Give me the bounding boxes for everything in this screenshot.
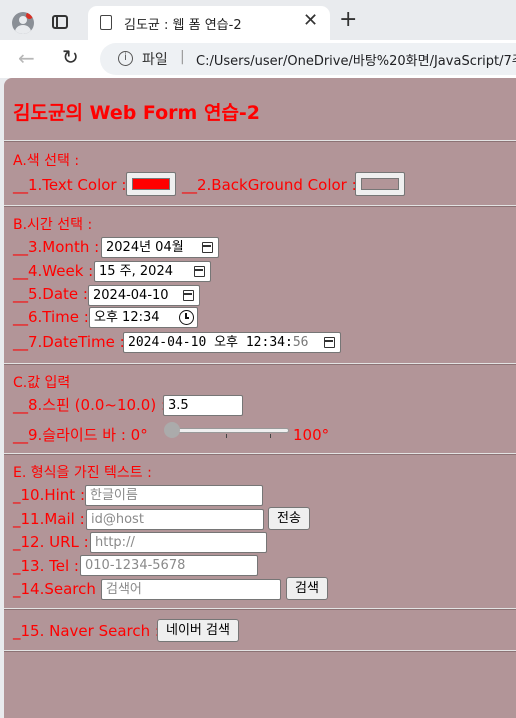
date-input[interactable]: 2024-04-10 bbox=[88, 285, 200, 306]
divider bbox=[4, 608, 516, 610]
naver-search-label: _15. Naver Search : bbox=[13, 622, 160, 640]
section-b-heading: B.시간 선택 : bbox=[13, 217, 93, 233]
page-title: 김도균의 Web Form 연습-2 bbox=[13, 102, 261, 124]
slider-label: __9.슬라이드 바 : 0° bbox=[13, 426, 148, 444]
divider bbox=[4, 453, 516, 455]
mail-label: _11.Mail : bbox=[13, 510, 85, 528]
tab-strip: 김도균 : 웹 폼 연습-2 ✕ + bbox=[0, 0, 516, 40]
time-value: 오후 12:34 bbox=[94, 310, 160, 325]
text-color-label: __1.Text Color : bbox=[13, 176, 127, 194]
section-e-heading: E. 형식을 가진 텍스트 : bbox=[13, 465, 152, 481]
week-value: 15 주, 2024 bbox=[99, 264, 173, 279]
naver-search-button[interactable]: 네이버 검색 bbox=[157, 619, 239, 642]
profile-avatar-icon[interactable] bbox=[12, 12, 34, 34]
datetime-value: 2024-04-10 오후 12:34: bbox=[128, 335, 293, 350]
datetime-label: __7.DateTime : bbox=[13, 333, 125, 351]
section-c-heading: C.값 입력 bbox=[13, 375, 71, 391]
section-a-heading: A.색 선택 : bbox=[13, 153, 80, 169]
info-icon[interactable]: i bbox=[118, 51, 133, 66]
hint-label: _10.Hint : bbox=[13, 486, 86, 504]
close-icon[interactable]: ✕ bbox=[303, 11, 318, 31]
calendar-icon[interactable] bbox=[194, 266, 205, 277]
tel-label: _13. Tel : bbox=[13, 557, 79, 575]
date-value: 2024-04-10 bbox=[93, 288, 169, 303]
search-placeholder: 검색어 bbox=[106, 582, 142, 597]
spin-label: __8.스핀 (0.0~10.0) : bbox=[13, 396, 167, 414]
tab-title: 김도균 : 웹 폼 연습-2 bbox=[124, 18, 242, 33]
calendar-icon[interactable] bbox=[183, 290, 194, 301]
browser-tab[interactable]: 김도균 : 웹 폼 연습-2 ✕ bbox=[88, 6, 330, 40]
time-input[interactable]: 오후 12:34 bbox=[89, 307, 198, 328]
divider bbox=[4, 140, 516, 142]
text-color-picker[interactable] bbox=[126, 172, 176, 196]
send-button[interactable]: 전송 bbox=[268, 507, 310, 530]
divider bbox=[4, 650, 516, 652]
bg-color-swatch bbox=[361, 178, 399, 190]
time-label: __6.Time : bbox=[13, 308, 89, 326]
slider-max-label: 100° bbox=[293, 426, 330, 444]
search-input[interactable]: 검색어 bbox=[101, 579, 281, 600]
search-label: _14.Search : bbox=[13, 580, 106, 598]
clock-icon[interactable] bbox=[179, 310, 194, 325]
tel-placeholder: 010-1234-5678 bbox=[85, 558, 186, 573]
url-label: _12. URL : bbox=[13, 533, 89, 551]
url-text[interactable]: C:/Users/user/OneDrive/바탕%20화면/JavaScrip… bbox=[196, 50, 516, 69]
mail-placeholder: id@host bbox=[91, 512, 144, 527]
scheme-label: 파일 bbox=[142, 52, 168, 68]
week-label: __4.Week : bbox=[13, 262, 94, 280]
tel-input[interactable]: 010-1234-5678 bbox=[80, 555, 258, 576]
bg-color-picker[interactable] bbox=[355, 172, 405, 196]
hint-input[interactable]: 한글이름 bbox=[85, 485, 263, 506]
slider-track[interactable] bbox=[164, 428, 289, 433]
document-icon bbox=[100, 15, 112, 30]
mail-input[interactable]: id@host bbox=[86, 509, 264, 530]
reload-icon[interactable]: ↻ bbox=[62, 45, 79, 69]
week-input[interactable]: 15 주, 2024 bbox=[94, 261, 211, 282]
divider bbox=[4, 205, 516, 207]
search-button[interactable]: 검색 bbox=[286, 577, 328, 600]
separator: | bbox=[180, 49, 185, 65]
plus-icon[interactable]: + bbox=[339, 8, 357, 32]
url-input[interactable]: http:// bbox=[90, 532, 267, 553]
calendar-icon[interactable] bbox=[202, 242, 213, 253]
calendar-icon[interactable] bbox=[324, 337, 335, 348]
datetime-seconds: 56 bbox=[292, 335, 309, 350]
date-label: __5.Date : bbox=[13, 285, 88, 303]
slider-tick bbox=[226, 434, 227, 438]
arrow-left-icon[interactable]: ← bbox=[18, 46, 35, 70]
divider bbox=[4, 363, 516, 365]
month-input[interactable]: 2024년 04월 bbox=[101, 237, 219, 258]
spin-input[interactable]: 3.5 bbox=[163, 395, 243, 416]
browser-toolbar: ← ↻ i 파일 | C:/Users/user/OneDrive/바탕%20화… bbox=[0, 40, 516, 78]
address-bar[interactable]: i 파일 | C:/Users/user/OneDrive/바탕%20화면/Ja… bbox=[100, 43, 516, 75]
datetime-input[interactable]: 2024-04-10 오후 12:34:56 bbox=[123, 332, 341, 353]
page-content: 김도균의 Web Form 연습-2 A.색 선택 : __1.Text Col… bbox=[4, 78, 516, 718]
month-value: 2024년 04월 bbox=[106, 240, 184, 255]
slider-thumb[interactable] bbox=[164, 422, 180, 438]
tab-actions-icon[interactable] bbox=[52, 15, 68, 29]
bg-color-label: __2.BackGround Color : bbox=[182, 176, 357, 194]
url-placeholder: http:// bbox=[95, 535, 135, 550]
hint-placeholder: 한글이름 bbox=[90, 488, 138, 503]
text-color-swatch bbox=[132, 178, 170, 190]
slider-tick bbox=[270, 434, 271, 438]
month-label: __3.Month : bbox=[13, 238, 100, 256]
